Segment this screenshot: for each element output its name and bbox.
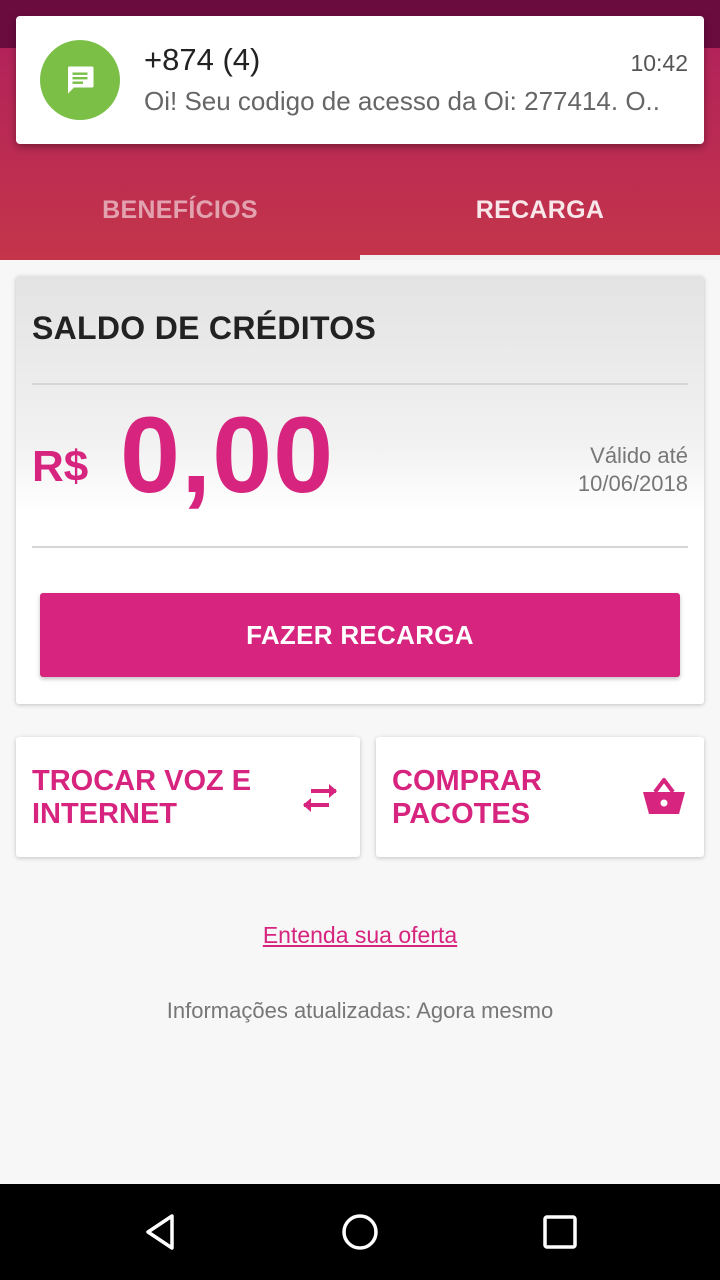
- swap-voice-internet-card[interactable]: TROCAR VOZ E INTERNET: [16, 737, 360, 857]
- basket-icon: [640, 775, 688, 819]
- buy-packages-card[interactable]: COMPRAR PACOTES: [376, 737, 704, 857]
- tab-recarga-label: RECARGA: [475, 195, 605, 224]
- currency-symbol: R$: [32, 442, 89, 491]
- tab-recarga[interactable]: RECARGA: [360, 160, 720, 260]
- swap-label-line2: INTERNET: [32, 798, 177, 830]
- notification-sender: +874 (4): [144, 42, 261, 77]
- home-icon[interactable]: [336, 1208, 384, 1256]
- validity-date: 10/06/2018: [577, 471, 688, 496]
- balance-card: SALDO DE CRÉDITOS R$ 0,00 Válido até 10/…: [16, 276, 704, 704]
- offer-info-link[interactable]: Entenda sua oferta: [0, 922, 720, 949]
- notification-time: 10:42: [630, 50, 688, 76]
- buy-label-line2: PACOTES: [392, 798, 531, 830]
- balance-title: SALDO DE CRÉDITOS: [32, 310, 377, 346]
- message-icon: [40, 40, 120, 120]
- swap-label-line1: TROCAR VOZ E: [32, 765, 252, 797]
- back-icon[interactable]: [136, 1208, 184, 1256]
- balance-amount: 0,00: [120, 394, 335, 515]
- recharge-button[interactable]: FAZER RECARGA: [40, 593, 680, 677]
- last-updated-text: Informações atualizadas: Agora mesmo: [166, 998, 554, 1023]
- tab-bar: BENEFÍCIOS RECARGA: [0, 160, 720, 260]
- swap-arrows-icon: [300, 781, 340, 815]
- navigation-bar: [0, 1184, 720, 1280]
- buy-label-line1: COMPRAR: [392, 765, 542, 797]
- divider: [32, 383, 688, 385]
- validity: Válido até 10/06/2018: [578, 442, 688, 498]
- divider: [32, 546, 688, 548]
- notification-body: Oi! Seu codigo de acesso da Oi: 277414. …: [144, 86, 660, 116]
- tab-beneficios-label: BENEFÍCIOS: [102, 195, 258, 224]
- swap-label: TROCAR VOZ E INTERNET: [32, 765, 251, 831]
- sms-notification[interactable]: +874 (4) 10:42 Oi! Seu codigo de acesso …: [16, 16, 704, 144]
- tab-beneficios[interactable]: BENEFÍCIOS: [0, 160, 360, 260]
- recents-icon[interactable]: [536, 1208, 584, 1256]
- buy-label: COMPRAR PACOTES: [392, 765, 542, 831]
- validity-label: Válido até: [590, 443, 688, 468]
